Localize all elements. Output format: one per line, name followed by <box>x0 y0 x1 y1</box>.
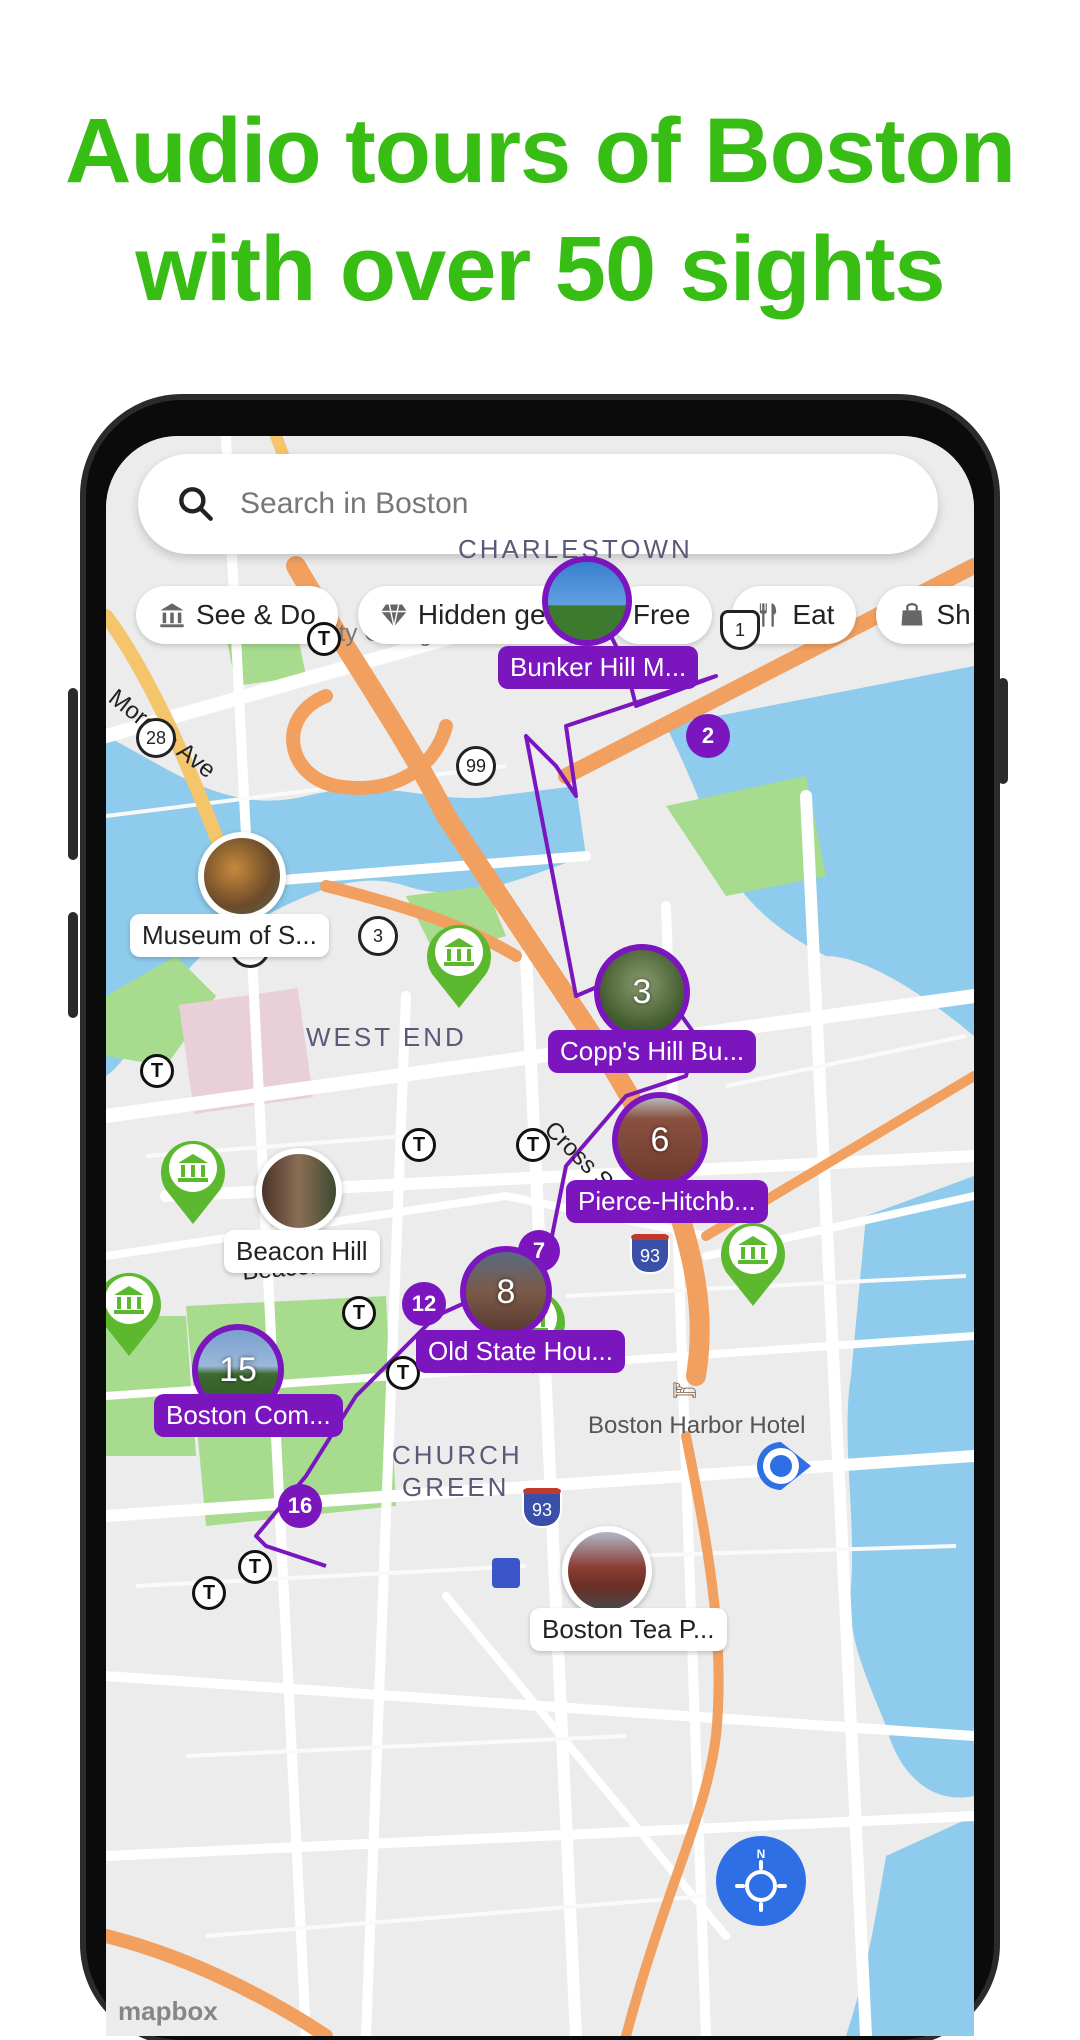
tour-stop-label[interactable]: Boston Com... <box>154 1394 343 1437</box>
tour-stop-photo[interactable] <box>542 556 632 646</box>
svg-text:N: N <box>757 1847 766 1861</box>
chip-label: See & Do <box>196 599 316 630</box>
compass-icon: N <box>735 1847 787 1912</box>
interstate-shield-93: 93 <box>522 1488 562 1528</box>
headline: Audio tours of Boston with over 50 sight… <box>0 92 1080 328</box>
tour-stop-number: 3 <box>632 972 652 1011</box>
headline-line-2: with over 50 sights <box>135 218 945 320</box>
user-location-icon[interactable] <box>751 1436 825 1496</box>
shopping-bag-icon <box>901 603 923 626</box>
search-input[interactable] <box>238 486 882 522</box>
sight-photo[interactable] <box>562 1526 652 1616</box>
sight-pin-museum-icon[interactable] <box>106 1264 166 1356</box>
side-button-right <box>998 678 1008 784</box>
t-station-icon[interactable]: T <box>402 1128 436 1162</box>
headline-line-1: Audio tours of Boston <box>65 100 1016 202</box>
diamond-icon <box>381 604 407 627</box>
tour-stop-number: 8 <box>496 1272 516 1311</box>
tour-stop-label[interactable]: Bunker Hill M... <box>498 646 699 689</box>
volume-button <box>68 688 78 860</box>
tour-stop-label[interactable]: Pierce-Hitchb... <box>566 1180 768 1223</box>
interstate-shield-93: 93 <box>630 1234 670 1274</box>
tour-stop-number: 6 <box>650 1120 670 1159</box>
t-station-icon[interactable]: T <box>192 1576 226 1610</box>
tour-stop-photo[interactable]: 6 <box>612 1092 708 1188</box>
power-button <box>68 912 78 1018</box>
sight-label[interactable]: Beacon Hill <box>224 1230 380 1273</box>
route-shield-99: 99 <box>456 746 496 786</box>
route-shield-28: 28 <box>136 718 176 758</box>
sight-label[interactable]: Boston Tea P... <box>530 1608 727 1651</box>
t-station-icon[interactable]: T <box>140 1054 174 1088</box>
map-label-church-green: CHURCH <box>392 1440 523 1470</box>
chip-label: Eat <box>792 599 835 630</box>
chip-shop[interactable]: Sh <box>876 586 974 644</box>
sight-pin-museum-icon[interactable] <box>156 1132 230 1224</box>
tour-stop-number: 15 <box>219 1350 257 1389</box>
tour-stop-marker[interactable]: 16 <box>278 1484 322 1528</box>
tour-stop-label[interactable]: Copp's Hill Bu... <box>548 1030 757 1073</box>
t-station-icon[interactable]: T <box>238 1550 272 1584</box>
chip-label: Free <box>632 599 691 630</box>
phone-frame: CHARLESTOWN Community College Morgan Ave… <box>68 400 1008 2040</box>
sight-pin-museum-icon[interactable] <box>422 916 496 1008</box>
map-label-west-end: WEST END <box>306 1022 467 1052</box>
sight-label[interactable]: Museum of S... <box>130 914 329 957</box>
tour-stop-photo[interactable]: 8 <box>460 1246 552 1338</box>
chip-label: Sh <box>936 599 971 630</box>
search-icon <box>179 487 213 521</box>
tour-stop-label[interactable]: Old State Hou... <box>416 1330 625 1373</box>
hotel-icon: 🛏 <box>672 1380 698 1402</box>
map-label-church-green: GREEN <box>402 1472 510 1502</box>
app-screen: CHARLESTOWN Community College Morgan Ave… <box>106 436 974 2036</box>
train-station-icon[interactable] <box>492 1558 520 1588</box>
tour-stop-marker[interactable]: 12 <box>402 1282 446 1326</box>
compass-button[interactable]: N <box>716 1836 806 1926</box>
sight-pin-museum-icon[interactable] <box>716 1214 790 1306</box>
t-station-icon[interactable]: T <box>307 622 341 656</box>
sight-photo[interactable] <box>256 1148 342 1234</box>
t-station-icon[interactable]: T <box>342 1296 376 1330</box>
sight-photo[interactable] <box>198 832 286 920</box>
mapbox-attribution[interactable]: mapbox <box>118 1996 218 2027</box>
t-station-icon[interactable]: T <box>386 1356 420 1390</box>
tour-stop-photo[interactable]: 3 <box>594 944 690 1040</box>
tour-stop-marker[interactable]: 2 <box>686 714 730 758</box>
museum-icon <box>160 603 184 628</box>
route-shield-3: 3 <box>358 916 398 956</box>
route-shield-1: 1 <box>720 610 760 650</box>
